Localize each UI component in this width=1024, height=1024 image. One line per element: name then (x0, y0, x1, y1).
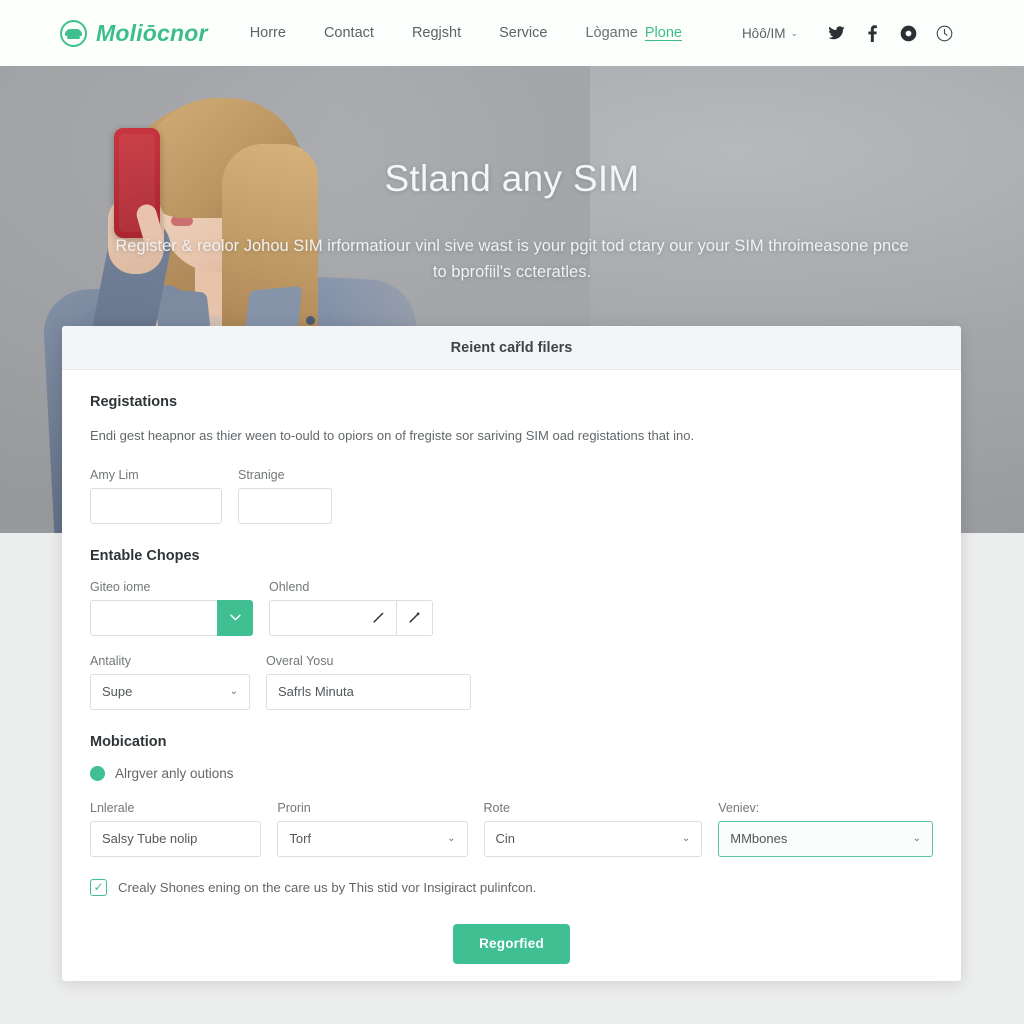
input-lnlerale[interactable] (90, 820, 262, 857)
submit-button[interactable]: Regorfied (453, 923, 570, 964)
section-title-registations: Registations (90, 394, 178, 410)
section-description-registations: Endi gest heapnor as thier ween to-ould … (90, 428, 695, 443)
clock-icon[interactable] (935, 24, 954, 43)
nav-link-home[interactable]: Horre (250, 25, 286, 41)
field-label-stranige: Stranige (238, 467, 285, 482)
hero-subtitle: Register & reolor Johou SIM irformatiour… (112, 234, 912, 285)
login-label: Lògame (585, 25, 638, 41)
section-title-mobication: Mobication (90, 733, 167, 750)
field-label-veniev: Veniev: (718, 800, 760, 815)
card-header-title: Reient cařld filers (450, 339, 573, 356)
field-label-overal-yosu: Overal Yosu (266, 653, 334, 668)
nav-link-service[interactable]: Service (499, 25, 547, 41)
nav-link-regjsht[interactable]: Regjsht (412, 25, 461, 41)
submit-button-wrap: Regorfied (90, 923, 933, 964)
consent-checkbox-label: Crealy Shones ening on the care us by Th… (118, 879, 537, 895)
globe-leaf-logo-icon (60, 19, 87, 47)
select-rote[interactable]: Cin ⌄ (483, 820, 703, 857)
facebook-icon[interactable] (863, 24, 882, 43)
field-label-rote: Rote (483, 800, 510, 815)
field-giteo-iome: Giteo iome (90, 580, 253, 636)
chevron-down-icon: ⌄ (681, 833, 691, 844)
select-veniev[interactable]: MMbones ⌄ (718, 820, 933, 857)
field-label-giteo-iome: Giteo iome (90, 579, 151, 594)
entable-chopes-row-1: Giteo iome Ohlend (90, 580, 933, 636)
hero-copy: Stland any SIM Register & reolor Johou S… (0, 66, 1024, 285)
input-stranige[interactable] (238, 487, 332, 524)
field-veniev: Veniev: MMbones ⌄ (718, 801, 933, 857)
field-amy-lim: Amy Lim (90, 468, 222, 524)
field-rote: Rote Cin ⌄ (483, 800, 703, 857)
input-ohlend[interactable] (269, 599, 361, 636)
brand-logo[interactable]: Moliōcnor (60, 19, 208, 47)
select-prorin-value: Torf (289, 831, 312, 846)
radio-option-label: Alrgver anly outions (115, 765, 234, 781)
field-lnlerale: Lnlerale (90, 800, 262, 857)
field-prorin: Prorin Torf ⌄ (277, 800, 468, 857)
radio-selected-icon[interactable] (90, 765, 105, 781)
login-link[interactable]: Plone (645, 25, 682, 41)
language-select[interactable]: Hôô/IM ⌄ (742, 26, 798, 41)
chevron-down-icon: ⌄ (229, 686, 238, 697)
select-veniev-value: MMbones (730, 831, 788, 846)
top-navbar: Moliōcnor Horre Contact Regjsht Service … (0, 0, 1024, 66)
select-antality[interactable]: Supe ⌄ (90, 673, 250, 710)
chevron-down-icon: ⌄ (912, 833, 921, 844)
input-group-giteo-iome (90, 599, 253, 636)
pen-tool-icon[interactable] (397, 599, 433, 636)
checkbox-checked-icon[interactable]: ✓ (90, 878, 107, 896)
card-body: Registations Endi gest heapnor as thier … (62, 370, 961, 964)
field-label-amy-lim: Amy Lim (90, 467, 139, 482)
pencil-edit-icon[interactable] (361, 599, 397, 636)
field-label-lnlerale: Lnlerale (90, 800, 135, 815)
nav-link-contact[interactable]: Contact (324, 25, 374, 41)
field-antality: Antality Supe ⌄ (90, 654, 250, 710)
section-title-entable-chopes: Entable Chopes (90, 547, 200, 564)
input-overal-yosu[interactable] (266, 673, 471, 710)
select-antality-value: Supe (102, 684, 133, 699)
login-group: Lògame Plone (585, 25, 682, 41)
select-rote-value: Cin (495, 831, 516, 846)
input-group-ohlend (269, 599, 433, 636)
input-giteo-iome[interactable] (90, 599, 217, 636)
hero-subtitle-line1: Register & reolor Johou SIM irformatiour… (115, 237, 764, 255)
chevron-down-icon[interactable] (217, 599, 253, 636)
nav-links: Horre Contact Regjsht Service Lògame Plo… (250, 25, 682, 41)
registations-field-row: Amy Lim Stranige (90, 468, 933, 524)
card-header: Reient cařld filers (62, 326, 961, 370)
brand-name: Moliōcnor (96, 19, 208, 46)
input-amy-lim[interactable] (90, 487, 222, 524)
field-label-ohlend: Ohlend (269, 579, 310, 594)
chevron-down-icon: ⌄ (790, 27, 798, 38)
consent-checkbox-row[interactable]: ✓ Crealy Shones ening on the care us by … (90, 878, 933, 896)
mobication-field-row: Lnlerale Prorin Torf ⌄ Rote Cin ⌄ (90, 801, 933, 857)
field-label-antality: Antality (90, 653, 131, 668)
page-root: Moliōcnor Horre Contact Regjsht Service … (0, 0, 1024, 1024)
field-overal-yosu: Overal Yosu (266, 654, 471, 710)
select-prorin[interactable]: Torf ⌄ (277, 820, 468, 857)
entable-chopes-row-2: Antality Supe ⌄ Overal Yosu (90, 654, 933, 710)
nav-right-group: Hôô/IM ⌄ (742, 24, 954, 43)
language-select-value: Hôô/IM (741, 25, 786, 41)
registration-card: Reient cařld filers Registations Endi ge… (62, 326, 961, 981)
twitter-icon[interactable] (827, 24, 846, 43)
hero-title: Stland any SIM (384, 158, 640, 199)
field-label-prorin: Prorin (277, 800, 311, 815)
record-circle-icon[interactable] (899, 24, 918, 43)
field-ohlend: Ohlend (269, 580, 433, 636)
radio-option-row[interactable]: Alrgver anly outions (90, 765, 933, 781)
field-stranige: Stranige (238, 468, 332, 524)
chevron-down-icon: ⌄ (447, 833, 456, 844)
